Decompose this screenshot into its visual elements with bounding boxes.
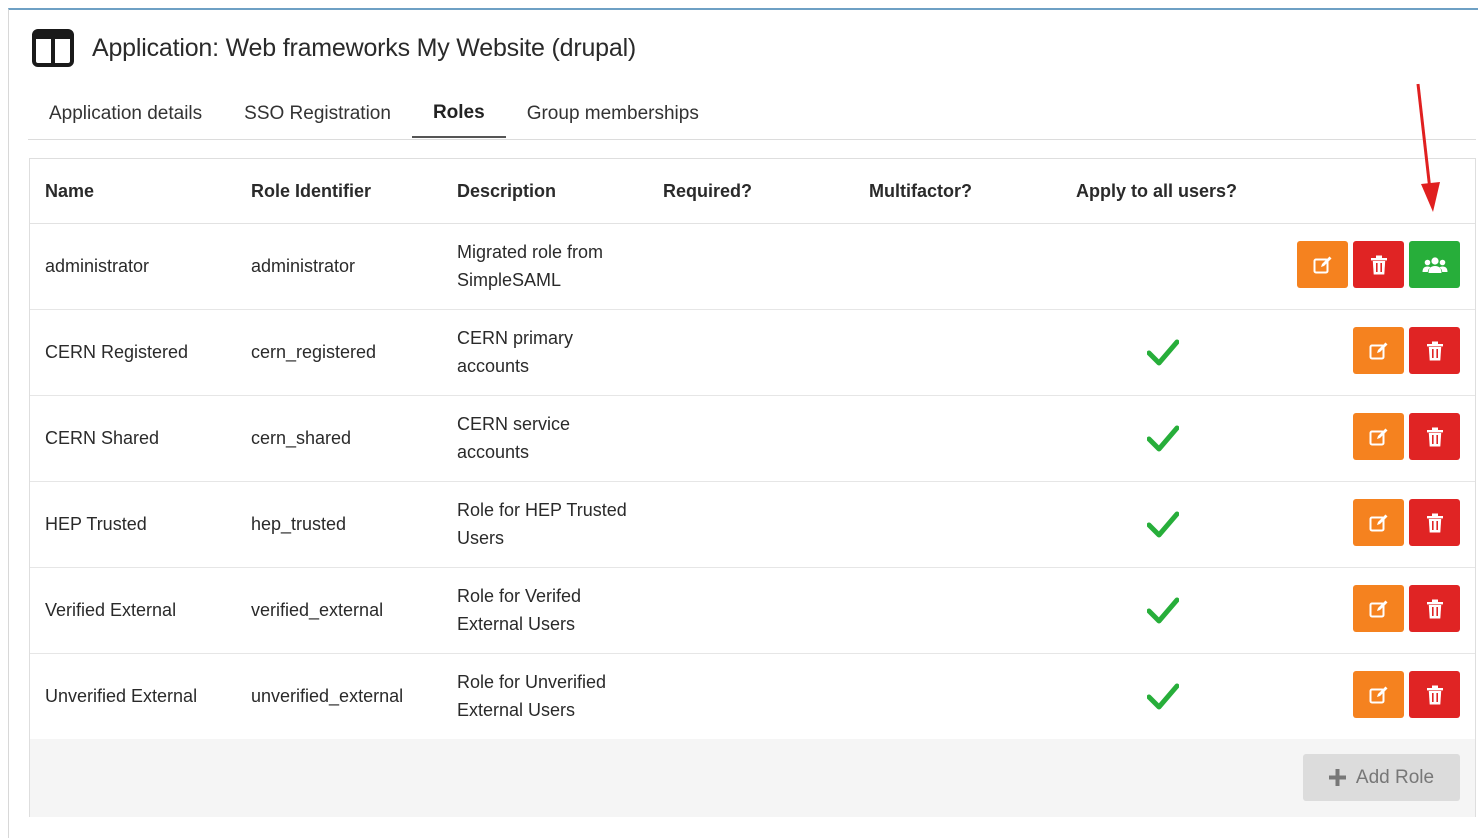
role-description: CERN primary accounts xyxy=(457,309,647,395)
row-actions xyxy=(1353,671,1460,718)
role-description-line: External Users xyxy=(457,614,576,634)
role-description-line: Role for Unverified xyxy=(457,672,607,692)
table-row: CERN Registered cern_registered CERN prima… xyxy=(30,309,1475,396)
annotation-arrow xyxy=(1416,83,1440,212)
role-description: CERN service accounts xyxy=(457,395,647,481)
role-description-line: Migrated role from xyxy=(457,242,604,262)
delete-role-button[interactable] xyxy=(1409,499,1460,546)
edit-icon xyxy=(1369,427,1389,447)
trash-icon xyxy=(1426,513,1444,533)
column-header-role-identifier: Role Identifier xyxy=(251,181,372,201)
table-row: Unverified External unverified_external Ro… xyxy=(30,653,1475,740)
role-identifier: administrator xyxy=(251,255,356,276)
role-description: Role for HEP Trusted Users xyxy=(457,481,647,567)
role-name: Unverified External xyxy=(45,685,198,706)
role-name: Verified External xyxy=(45,599,177,620)
role-description: Migrated role from SimpleSAML xyxy=(457,223,647,309)
roles-panel: Name Role Identifier Description Require… xyxy=(29,158,1476,817)
manage-groups-button[interactable] xyxy=(1409,241,1460,288)
add-role-label: Add Role xyxy=(1355,766,1435,788)
check-icon xyxy=(1147,511,1179,538)
tab-roles[interactable]: Roles xyxy=(411,90,506,138)
role-description-line: Role for HEP Trusted xyxy=(457,500,627,520)
check-icon xyxy=(1147,339,1179,366)
role-name: administrator xyxy=(45,255,150,276)
table-footer: Add Role xyxy=(30,739,1475,817)
row-actions xyxy=(1353,499,1460,546)
check-icon xyxy=(1147,425,1179,452)
edit-icon xyxy=(1369,341,1389,361)
role-identifier: cern_registered xyxy=(251,341,377,362)
role-description-line: CERN primary xyxy=(457,328,574,348)
role-identifier: verified_external xyxy=(251,599,384,620)
role-name: CERN Registered xyxy=(45,341,189,362)
column-header-required: Required? xyxy=(663,181,753,201)
edit-role-button[interactable] xyxy=(1353,585,1404,632)
row-actions xyxy=(1353,327,1460,374)
columns-icon xyxy=(32,29,74,67)
row-actions xyxy=(1353,413,1460,460)
plus-icon xyxy=(1328,769,1346,786)
table-header: Name Role Identifier Description Require… xyxy=(30,159,1475,224)
role-identifier: unverified_external xyxy=(251,685,404,706)
add-role-button[interactable]: Add Role xyxy=(1303,754,1460,801)
edit-icon xyxy=(1369,685,1389,705)
trash-icon xyxy=(1426,341,1444,361)
table-row: HEP Trusted hep_trusted Role for HEP Trust… xyxy=(30,481,1475,568)
edit-role-button[interactable] xyxy=(1353,413,1404,460)
tab-group-memberships[interactable]: Group memberships xyxy=(506,90,720,138)
delete-role-button[interactable] xyxy=(1409,327,1460,374)
edit-role-button[interactable] xyxy=(1353,671,1404,718)
tab-sso-registration[interactable]: SSO Registration xyxy=(223,90,412,138)
role-description-line: SimpleSAML xyxy=(457,270,562,290)
trash-icon xyxy=(1370,255,1388,275)
delete-role-button[interactable] xyxy=(1409,413,1460,460)
edit-role-button[interactable] xyxy=(1353,327,1404,374)
row-actions xyxy=(1353,585,1460,632)
edit-role-button[interactable] xyxy=(1353,499,1404,546)
role-description-line: CERN service xyxy=(457,414,571,434)
role-description-line: Role for Verifed xyxy=(457,586,582,606)
check-icon xyxy=(1147,597,1179,624)
edit-icon xyxy=(1313,255,1333,275)
role-description-line: accounts xyxy=(457,356,530,376)
delete-role-button[interactable] xyxy=(1409,671,1460,718)
edit-icon xyxy=(1369,599,1389,619)
edit-icon xyxy=(1369,513,1389,533)
trash-icon xyxy=(1426,427,1444,447)
column-header-description: Description xyxy=(457,181,557,201)
table-row: administrator administrator Migrated role … xyxy=(30,223,1475,310)
column-header-name: Name xyxy=(45,181,95,201)
tab-bar: Application details SSO Registration Rol… xyxy=(28,90,1476,140)
role-name: HEP Trusted xyxy=(45,513,147,534)
role-identifier: hep_trusted xyxy=(251,513,347,534)
role-description-line: Users xyxy=(457,528,505,548)
delete-role-button[interactable] xyxy=(1409,585,1460,632)
tab-application-details[interactable]: Application details xyxy=(28,90,223,138)
role-identifier: cern_shared xyxy=(251,427,352,448)
role-name: CERN Shared xyxy=(45,427,160,448)
role-description: Role for Verifed External Users xyxy=(457,567,647,653)
column-header-apply-all: Apply to all users? xyxy=(1076,181,1238,201)
table-row: CERN Shared cern_shared CERN service accoun… xyxy=(30,395,1475,482)
users-icon xyxy=(1422,256,1448,274)
role-description: Role for Unverified External Users xyxy=(457,653,647,739)
column-header-multifactor: Multifactor? xyxy=(869,181,972,201)
row-actions xyxy=(1297,241,1460,288)
check-icon xyxy=(1147,683,1179,710)
role-description-line: accounts xyxy=(457,442,530,462)
page-title: Application: Web frameworks My Website (… xyxy=(92,33,637,62)
trash-icon xyxy=(1426,685,1444,705)
role-description-line: External Users xyxy=(457,700,576,720)
page-header: Application: Web frameworks My Website (… xyxy=(32,28,636,68)
delete-role-button[interactable] xyxy=(1353,241,1404,288)
table-row: Verified External verified_external Role f… xyxy=(30,567,1475,654)
edit-role-button[interactable] xyxy=(1297,241,1348,288)
trash-icon xyxy=(1426,599,1444,619)
